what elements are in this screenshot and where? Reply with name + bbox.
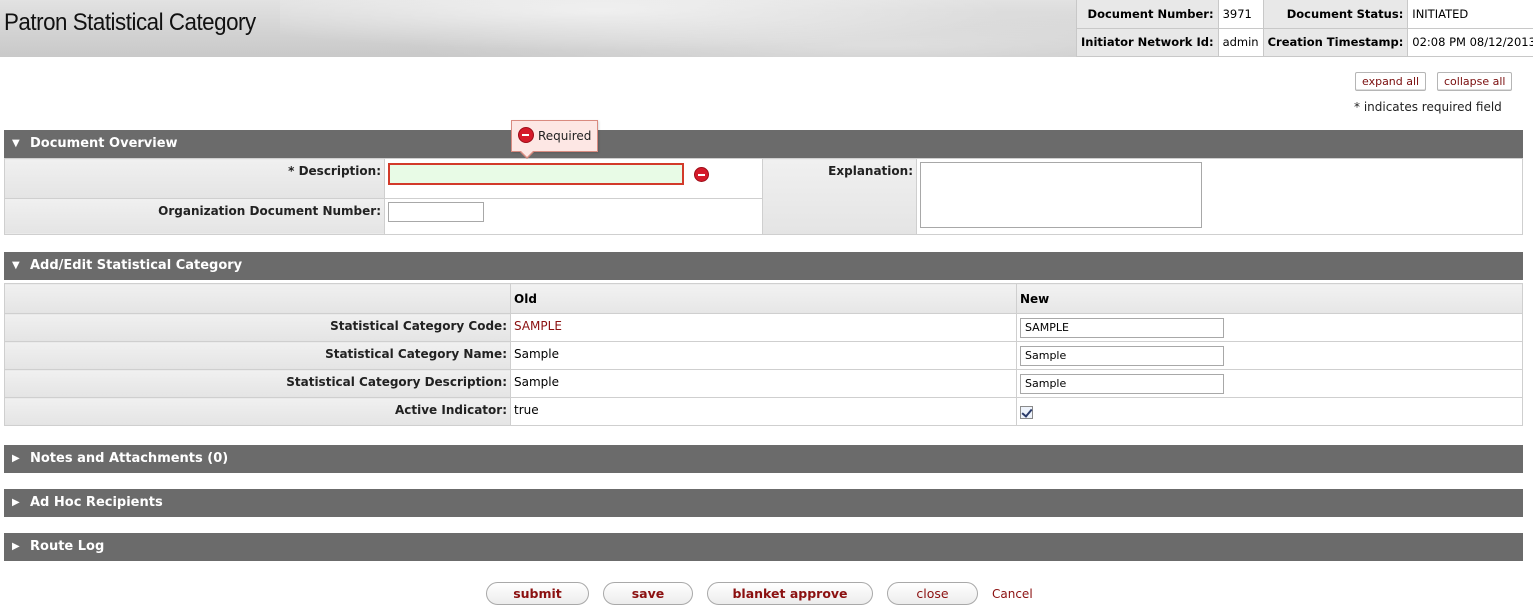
table-row: Active Indicator: true — [4, 397, 1523, 426]
section-document-overview[interactable]: ▼ Document Overview — [4, 130, 1523, 158]
description-label: * Description: — [4, 158, 385, 199]
explanation-label: Explanation: — [762, 158, 917, 235]
header-decoration — [280, 0, 1080, 57]
triangle-down-icon[interactable]: ▼ — [12, 252, 20, 280]
doc-number-label: Document Number: — [1076, 0, 1219, 29]
doc-status-value: INITIATED — [1407, 0, 1533, 29]
old-value: Sample — [510, 341, 1017, 370]
old-value: SAMPLE — [510, 313, 1017, 342]
section-ad-hoc-recipients[interactable]: ▶ Ad Hoc Recipients — [4, 489, 1523, 517]
section-add-edit-statistical-category[interactable]: ▼ Add/Edit Statistical Category — [4, 252, 1523, 280]
section-title: Ad Hoc Recipients — [30, 495, 163, 510]
document-info-table: Document Number: 3971 Document Status: I… — [1076, 0, 1533, 57]
expand-all-button[interactable]: expand all — [1355, 72, 1427, 91]
old-value: true — [510, 397, 1017, 426]
old-value: Sample — [510, 369, 1017, 398]
row-label: Active Indicator: — [4, 397, 511, 426]
column-new-header: New — [1016, 283, 1523, 314]
category-description-input[interactable] — [1020, 373, 1224, 394]
category-code-input[interactable] — [1020, 317, 1224, 338]
required-tooltip: Required — [511, 120, 598, 152]
description-input[interactable] — [388, 163, 684, 185]
save-button[interactable]: save — [603, 582, 693, 605]
section-notes-and-attachments[interactable]: ▶ Notes and Attachments (0) — [4, 445, 1523, 473]
section-route-log[interactable]: ▶ Route Log — [4, 533, 1523, 561]
section-title: Route Log — [30, 539, 105, 554]
blanket-approve-button[interactable]: blanket approve — [707, 582, 873, 605]
error-icon — [693, 167, 709, 182]
doc-status-label: Document Status: — [1262, 0, 1408, 29]
description-cell — [384, 158, 763, 199]
timestamp-value: 02:08 PM 08/12/2013 — [1407, 28, 1533, 57]
explanation-textarea[interactable] — [920, 162, 1202, 228]
required-field-note: * indicates required field — [1354, 100, 1502, 114]
triangle-down-icon[interactable]: ▼ — [12, 130, 20, 158]
triangle-right-icon[interactable]: ▶ — [12, 445, 20, 473]
triangle-right-icon[interactable]: ▶ — [12, 489, 20, 517]
org-doc-number-input[interactable] — [388, 201, 484, 222]
initiator-value: admin — [1217, 28, 1264, 57]
org-doc-number-cell — [384, 197, 763, 236]
row-label: Statistical Category Code: — [4, 313, 511, 342]
new-value-cell — [1016, 341, 1523, 370]
explanation-cell — [916, 158, 1523, 235]
document-overview-table: * Description: Explanation: Organization… — [4, 158, 1523, 236]
cancel-link[interactable]: Cancel — [992, 587, 1033, 601]
error-icon — [518, 127, 534, 143]
row-label: Statistical Category Name: — [4, 341, 511, 370]
page-title: Patron Statistical Category — [4, 9, 256, 36]
statistical-category-table: Old New Statistical Category Code: SAMPL… — [4, 283, 1523, 426]
org-doc-number-label: Organization Document Number: — [4, 197, 385, 236]
initiator-label: Initiator Network Id: — [1076, 28, 1219, 57]
header-blank-cell — [4, 283, 511, 314]
tooltip-arrow-fill — [520, 150, 534, 157]
row-label: Statistical Category Description: — [4, 369, 511, 398]
section-title: Add/Edit Statistical Category — [30, 258, 243, 273]
table-row: Statistical Category Code: SAMPLE — [4, 313, 1523, 342]
active-indicator-checkbox[interactable] — [1020, 405, 1033, 419]
new-value-cell — [1016, 397, 1523, 426]
new-value-cell — [1016, 313, 1523, 342]
doc-number-value: 3971 — [1217, 0, 1264, 29]
table-row: Statistical Category Description: Sample — [4, 369, 1523, 398]
tooltip-text: Required — [538, 129, 592, 143]
column-old-header: Old — [510, 283, 1017, 314]
collapse-all-button[interactable]: collapse all — [1437, 72, 1513, 91]
section-title: Document Overview — [30, 136, 178, 151]
category-name-input[interactable] — [1020, 345, 1224, 366]
triangle-right-icon[interactable]: ▶ — [12, 533, 20, 561]
table-row: Statistical Category Name: Sample — [4, 341, 1523, 370]
section-title: Notes and Attachments (0) — [30, 451, 229, 466]
timestamp-label: Creation Timestamp: — [1262, 28, 1408, 57]
submit-button[interactable]: submit — [486, 582, 589, 605]
new-value-cell — [1016, 369, 1523, 398]
close-button[interactable]: close — [887, 582, 978, 605]
